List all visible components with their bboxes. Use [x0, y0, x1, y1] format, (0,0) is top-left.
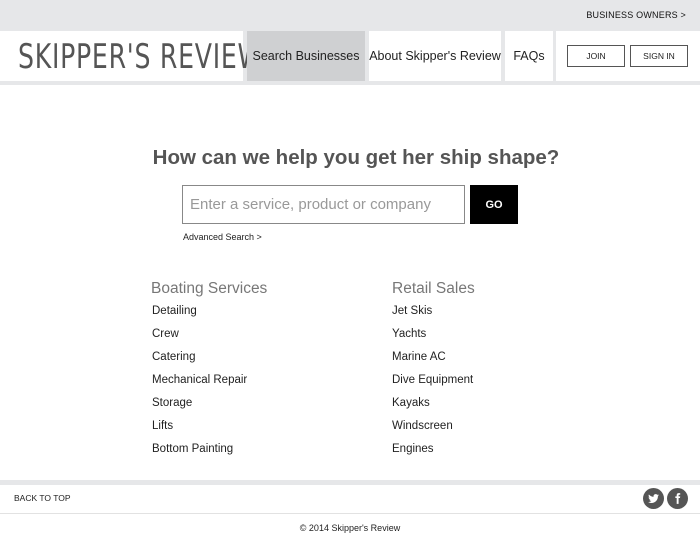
- category-link[interactable]: Dive Equipment: [392, 374, 475, 397]
- twitter-icon[interactable]: [643, 488, 664, 509]
- category-link[interactable]: Catering: [152, 351, 267, 374]
- boating-services-title: Boating Services: [151, 280, 268, 297]
- nav-faqs[interactable]: FAQs: [505, 31, 553, 81]
- category-link[interactable]: Engines: [392, 443, 475, 466]
- category-link[interactable]: Kayaks: [392, 397, 475, 420]
- category-link[interactable]: Bottom Painting: [152, 443, 267, 466]
- category-link[interactable]: Marine AC: [392, 351, 475, 374]
- category-link[interactable]: Windscreen: [392, 420, 475, 443]
- sign-in-button[interactable]: SIGN IN: [630, 45, 688, 67]
- facebook-icon[interactable]: [667, 488, 688, 509]
- nav-about[interactable]: About Skipper's Review: [369, 31, 501, 81]
- category-link[interactable]: Crew: [152, 328, 267, 351]
- back-to-top-link[interactable]: BACK TO TOP: [14, 493, 71, 503]
- copyright-text: © 2014 Skipper's Review: [299, 523, 401, 533]
- site-header: SKIPPER'S REVIEW Search Businesses About…: [0, 31, 700, 85]
- category-link[interactable]: Detailing: [152, 305, 267, 328]
- category-link[interactable]: Jet Skis: [392, 305, 475, 328]
- retail-sales-title: Retail Sales: [392, 280, 475, 297]
- category-link[interactable]: Mechanical Repair: [152, 374, 267, 397]
- hero-headline: How can we help you get her ship shape?: [152, 146, 560, 169]
- retail-sales-column: Retail Sales Jet Skis Yachts Marine AC D…: [392, 280, 475, 466]
- advanced-search-link[interactable]: Advanced Search >: [183, 232, 262, 242]
- category-link[interactable]: Lifts: [152, 420, 267, 443]
- join-button[interactable]: JOIN: [567, 45, 625, 67]
- logo-container[interactable]: SKIPPER'S REVIEW: [0, 31, 262, 81]
- copyright-divider: [0, 513, 700, 514]
- search-input[interactable]: [182, 185, 465, 224]
- category-link[interactable]: Storage: [152, 397, 267, 420]
- nav-search-businesses[interactable]: Search Businesses: [247, 31, 365, 81]
- business-owners-link[interactable]: BUSINESS OWNERS >: [586, 10, 686, 20]
- go-button[interactable]: GO: [470, 185, 518, 224]
- footer-divider: [0, 480, 700, 485]
- boating-services-column: Boating Services Detailing Crew Catering…: [151, 280, 267, 466]
- site-logo[interactable]: SKIPPER'S REVIEW: [18, 37, 263, 77]
- auth-container: JOIN SIGN IN: [556, 31, 700, 81]
- utility-bar: BUSINESS OWNERS >: [0, 0, 700, 31]
- category-link[interactable]: Yachts: [392, 328, 475, 351]
